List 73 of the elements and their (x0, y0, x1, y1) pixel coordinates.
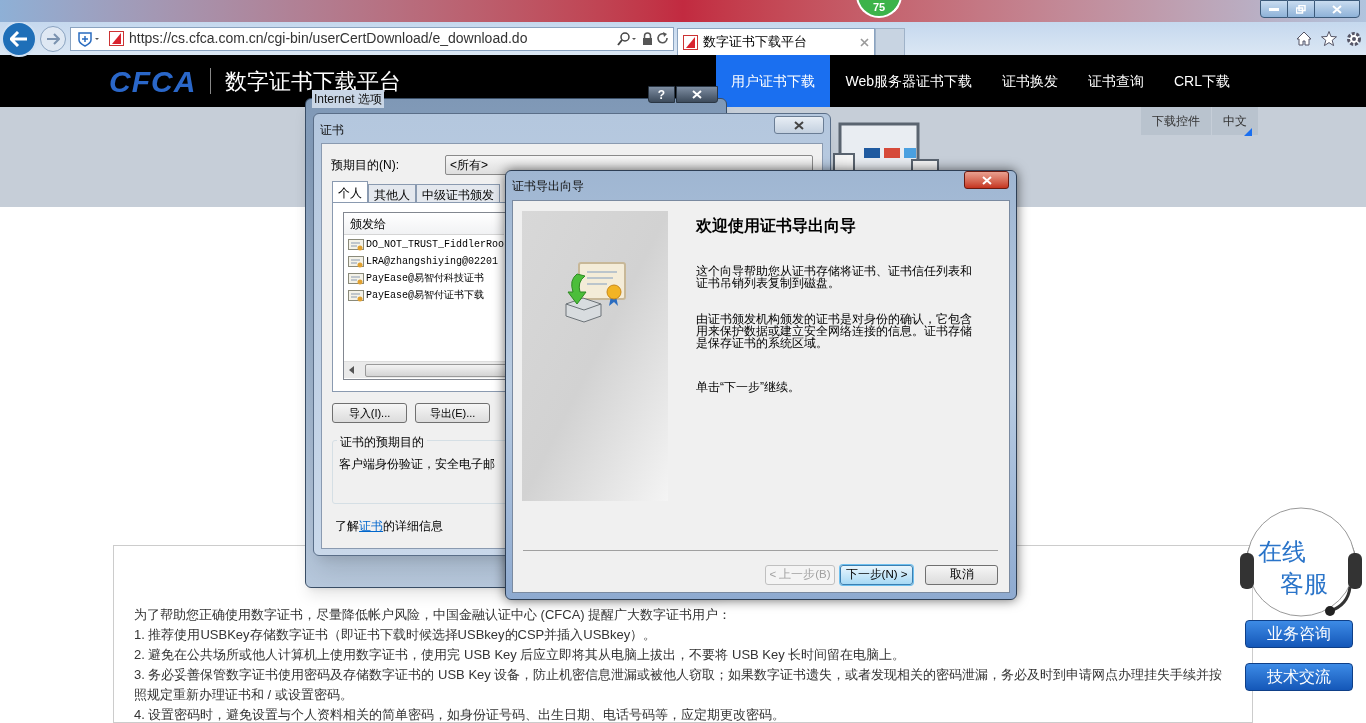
close-button[interactable] (1314, 0, 1360, 18)
scroll-left-icon[interactable] (349, 366, 355, 374)
star-icon[interactable] (1321, 31, 1337, 46)
close-button[interactable] (774, 116, 824, 134)
minimize-icon (1269, 7, 1279, 11)
shield-icon (77, 30, 101, 47)
toolbar-link[interactable]: 中文 (1212, 107, 1258, 135)
nav-link[interactable]: 用户证书下载 (716, 55, 831, 107)
group-text: 客户端身份验证，安全电子邮 (339, 456, 495, 473)
address-bar[interactable]: https://cs.cfca.com.cn/cgi-bin/userCertDownload/e_download.do (70, 26, 674, 51)
support-label: 客服 (1280, 569, 1328, 599)
refresh-icon (657, 32, 669, 45)
wizard-paragraph: 这个向导帮助您从证书存储将证书、证书信任列表和证书吊销列表复制到磁盘。 (696, 265, 973, 289)
tab-title: 数字证书下载平台 (703, 33, 807, 52)
back-arrow-icon (10, 30, 28, 47)
support-button[interactable]: 业务咨询 (1245, 620, 1353, 648)
url-text: https://cs.cfca.com.cn/cgi-bin/userCertDownload/e_download.do (129, 29, 528, 48)
minimize-button[interactable] (1260, 0, 1288, 18)
certificate-icon (348, 272, 364, 286)
certificate-row[interactable]: DO_NOT_TRUST_FiddlerRoo (348, 238, 505, 252)
site-favicon-icon (683, 34, 698, 50)
certificate-icon (348, 255, 364, 269)
lock-icon (642, 32, 653, 45)
details-text: 了解证书的详细信息 (335, 518, 443, 535)
certificate-icon (348, 238, 364, 252)
headset-drawing[interactable] (1240, 507, 1362, 617)
settings-icon[interactable] (1346, 30, 1362, 47)
purpose-label: 预期目的(N): (331, 157, 399, 174)
wizard-heading: 欢迎使用证书导出向导 (696, 216, 856, 236)
restore-icon (1296, 4, 1306, 14)
site-favicon-icon (109, 31, 124, 46)
support-button[interactable]: 技术交流 (1245, 663, 1353, 691)
certificate-link[interactable]: 证书 (359, 519, 383, 533)
back-button[interactable] (1, 20, 37, 57)
close-button[interactable] (964, 171, 1009, 189)
close-icon (692, 90, 702, 99)
wizard-paragraph: 由证书颁发机构颁发的证书是对身份的确认，它包含用来保护数据或建立安全网络连接的信息。证书存储是保存证书的系统区域。 (696, 313, 973, 349)
restore-button[interactable] (1288, 0, 1314, 18)
help-button[interactable]: ? (648, 86, 675, 103)
toolbar-link[interactable]: 下载控件 (1141, 107, 1211, 135)
tab[interactable]: 个人 (332, 181, 368, 203)
notice-intro: 为了帮助您正确使用数字证书，尽量降低帐户风险，中国金融认证中心 (CFCA) 提醒广大数字证书用户： (134, 606, 733, 624)
close-tab-icon[interactable] (860, 37, 869, 47)
support-label: 在线 (1258, 537, 1306, 567)
dialog-title: 证书 (320, 122, 344, 139)
certificate-export-icon (563, 262, 627, 324)
close-icon (981, 175, 992, 185)
dialog-button[interactable]: 导入(I)... (332, 403, 407, 423)
corner-triangle-icon (1244, 128, 1252, 136)
forward-button[interactable] (40, 25, 66, 52)
notice-item: 1. 推荐使用USBKey存储数字证书（即证书下载时候选择USBkey的CSP并插入USBkey）。 (134, 626, 658, 644)
certificate-icon (348, 289, 364, 303)
notice-item: 4. 设置密码时，避免设置与个人资料相关的简单密码，如身份证号码、出生日期、电话号码等，应定期更改密码。 (134, 706, 787, 723)
wizard-button[interactable]: 取消 (925, 565, 998, 585)
certificate-row[interactable]: PayEase@易智付证书下载 (348, 289, 484, 303)
notice-item: 3. 务必妥善保管数字证书使用密码及存储数字证书的 USB Key 设备，防止机密信息泄漏或被他人窃取；如果数字证书遗失，或者发现相关的密码泄漏，务必及时到申请网点办理挂失手续并按照规定重新办理证书和 / 或设置密码。 (134, 666, 1224, 704)
cfca-logo[interactable]: CFCA (109, 58, 197, 104)
certificate-row[interactable]: PayEase@易智付科技证书 (348, 272, 484, 286)
close-icon (1332, 4, 1342, 14)
wizard-paragraph: 单击“下一步”继续。 (696, 381, 801, 393)
notice-item: 2. 避免在公共场所或他人计算机上使用数字证书，使用完 USB Key 后应立即将其从电脑上拔出，不要将 USB Key 长时间留在电脑上。 (134, 646, 907, 664)
search-icon (616, 31, 638, 46)
browser-tab[interactable]: 数字证书下载平台 (677, 28, 875, 55)
close-button[interactable] (676, 86, 718, 103)
dialog-title: Internet 选项 (312, 90, 385, 108)
group-title: 证书的预期目的 (337, 433, 427, 451)
certificate-row[interactable]: LRA@zhangshiying@02201 (348, 255, 499, 269)
dialog-button[interactable]: 导出(E)... (415, 403, 490, 423)
home-icon[interactable] (1296, 31, 1312, 46)
forward-arrow-icon (46, 32, 60, 45)
close-icon (794, 120, 804, 130)
wizard-button[interactable]: 下一步(N) > (840, 565, 913, 585)
dialog-title: 证书导出向导 (512, 178, 584, 195)
